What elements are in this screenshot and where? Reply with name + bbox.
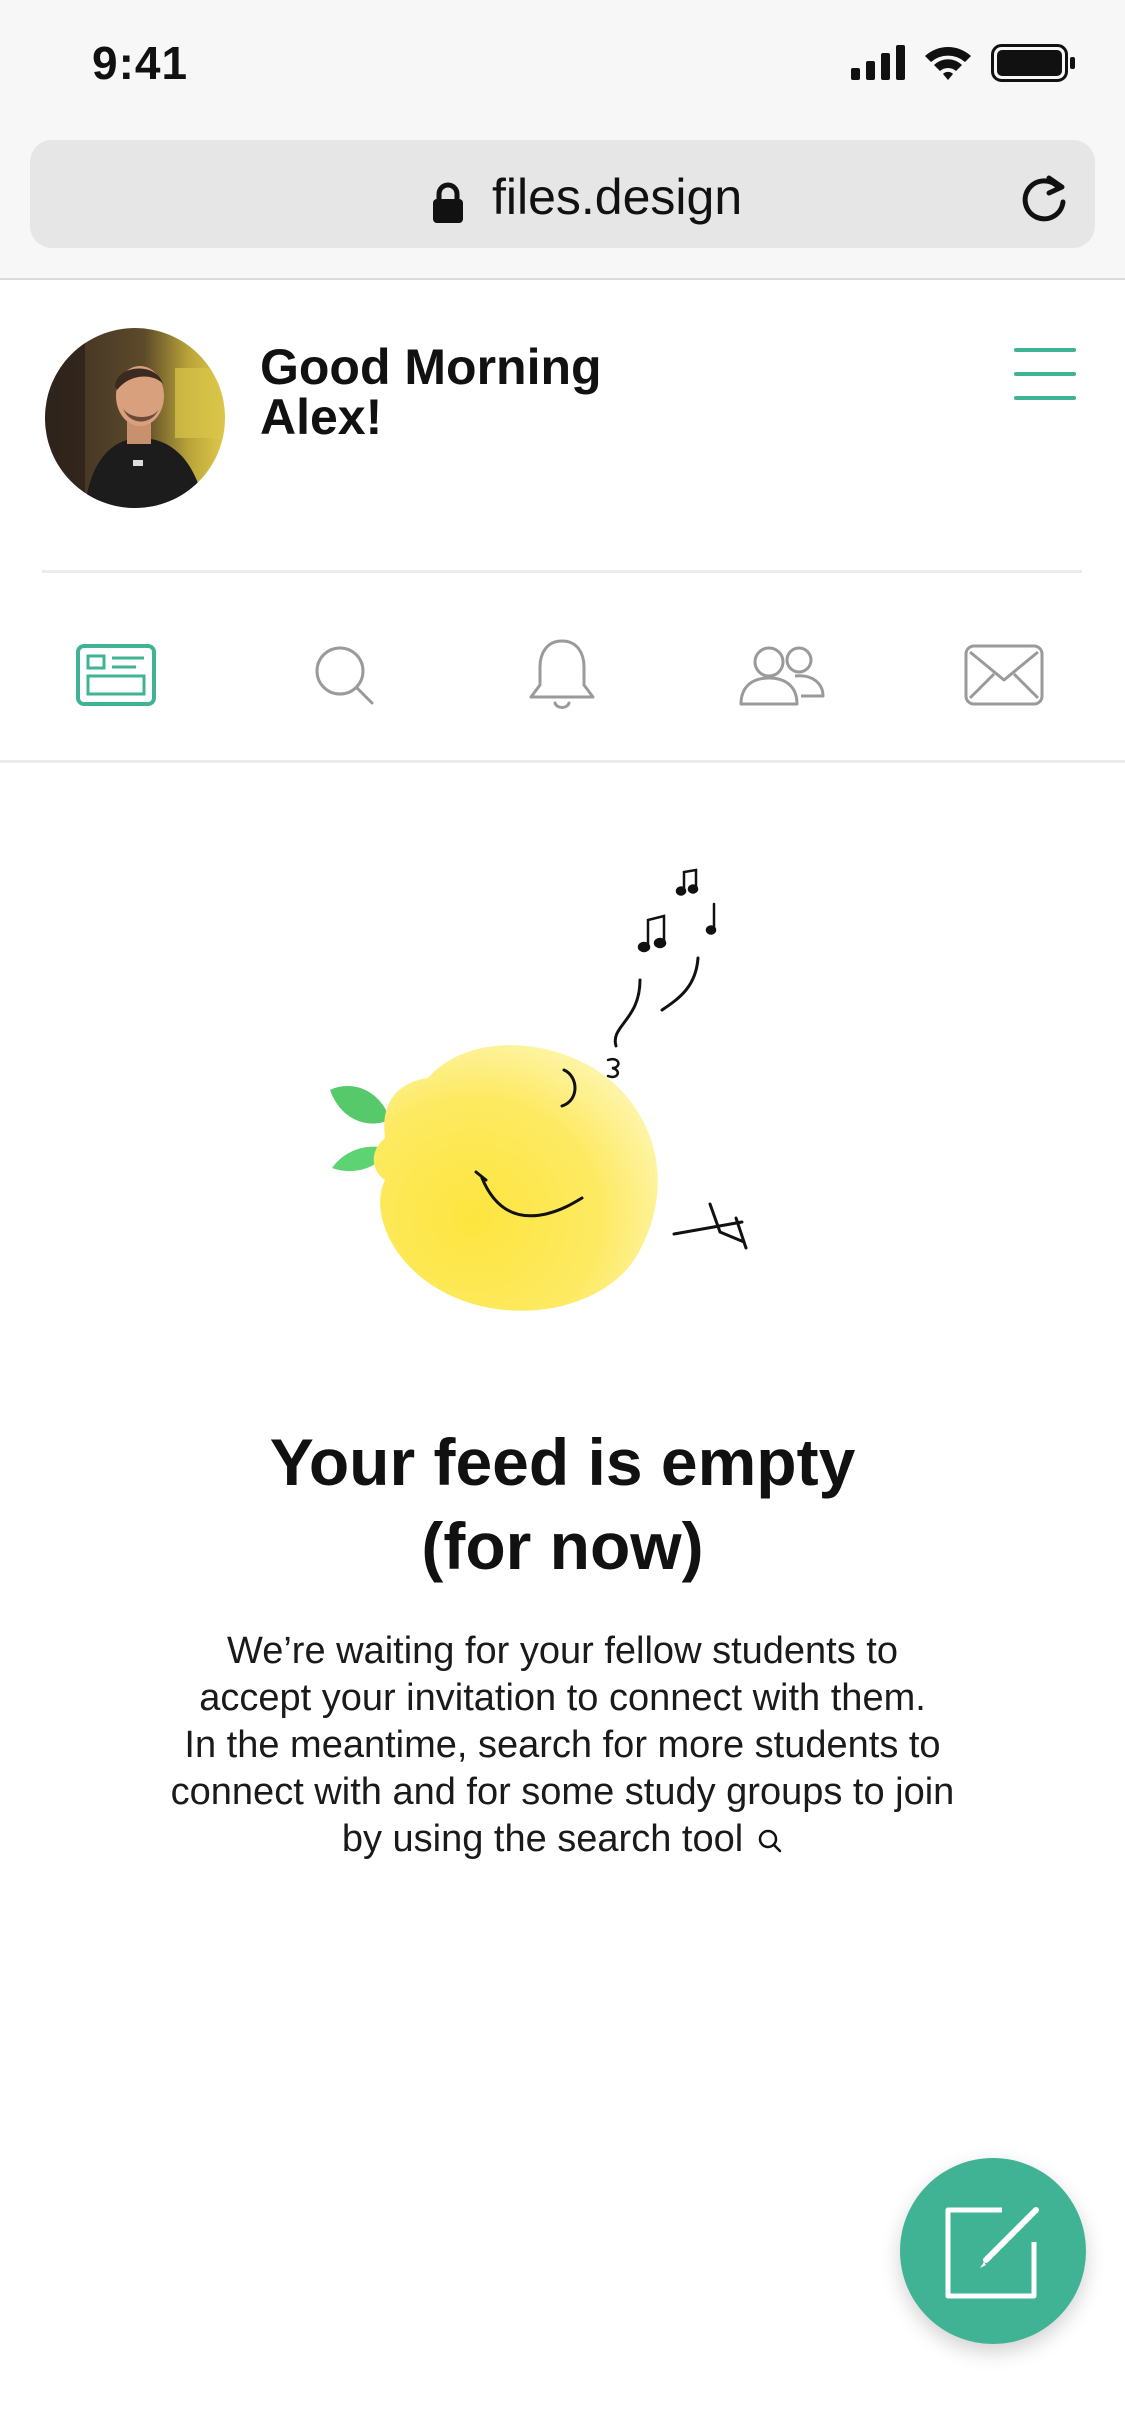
people-icon: [739, 646, 825, 706]
tab-notifications[interactable]: [502, 630, 622, 720]
tab-feed[interactable]: [56, 630, 176, 720]
tab-messages[interactable]: [944, 630, 1064, 720]
avatar-photo: [45, 328, 225, 508]
empty-desc-line-last: by using the search tool: [120, 1816, 1005, 1863]
empty-desc-line: connect with and for some study groups t…: [170, 1771, 955, 1813]
greeting-line2: Alex!: [260, 389, 383, 445]
tab-people[interactable]: [722, 630, 842, 720]
empty-state-description: We’re waiting for your fellow students t…: [120, 1628, 1005, 1863]
empty-desc-line: In the meantime, search for more student…: [184, 1724, 941, 1766]
menu-button[interactable]: [1014, 346, 1078, 402]
hamburger-line: [1014, 396, 1076, 400]
greeting: Good Morning Alex!: [260, 342, 680, 442]
divider: [42, 570, 1082, 573]
empty-desc-line: accept your invitation to connect with t…: [199, 1677, 926, 1719]
browser-chrome: files.design: [0, 130, 1125, 280]
compose-icon: [945, 2207, 1039, 2299]
search-icon: [315, 646, 374, 705]
wifi-icon: [925, 47, 971, 80]
mail-icon: [964, 644, 1044, 706]
lock-icon: [433, 182, 463, 223]
empty-title-line1: Your feed is empty: [269, 1425, 856, 1499]
status-time: 9:41: [92, 37, 189, 89]
lemon-illustration: [330, 868, 748, 1311]
divider: [0, 760, 1125, 763]
url-bar[interactable]: files.design: [30, 140, 1095, 248]
compose-button[interactable]: [900, 2158, 1086, 2344]
app-screen: 9:41 files.design Good Morning Alex! You…: [0, 0, 1125, 2436]
status-icons: [851, 44, 1081, 84]
tab-bar: [0, 600, 1125, 760]
greeting-line1: Good Morning: [260, 339, 602, 395]
empty-state-title: Your feed is empty (for now): [0, 1420, 1125, 1588]
search-icon: [758, 1829, 782, 1853]
empty-title-line2: (for now): [421, 1509, 704, 1583]
status-bar: 9:41: [0, 0, 1125, 130]
hamburger-line: [1014, 348, 1076, 352]
signal-icon: [851, 45, 905, 80]
reload-icon[interactable]: [1019, 174, 1069, 224]
empty-desc-line: by using the search tool: [341, 1818, 744, 1860]
battery-icon: [991, 44, 1075, 82]
bell-icon: [529, 639, 595, 709]
tab-search[interactable]: [284, 630, 404, 720]
hamburger-line: [1014, 372, 1076, 376]
feed-icon: [76, 644, 156, 706]
url-text: files.design: [492, 169, 743, 225]
empty-desc-line: We’re waiting for your fellow students t…: [227, 1630, 898, 1672]
avatar[interactable]: [45, 328, 225, 508]
